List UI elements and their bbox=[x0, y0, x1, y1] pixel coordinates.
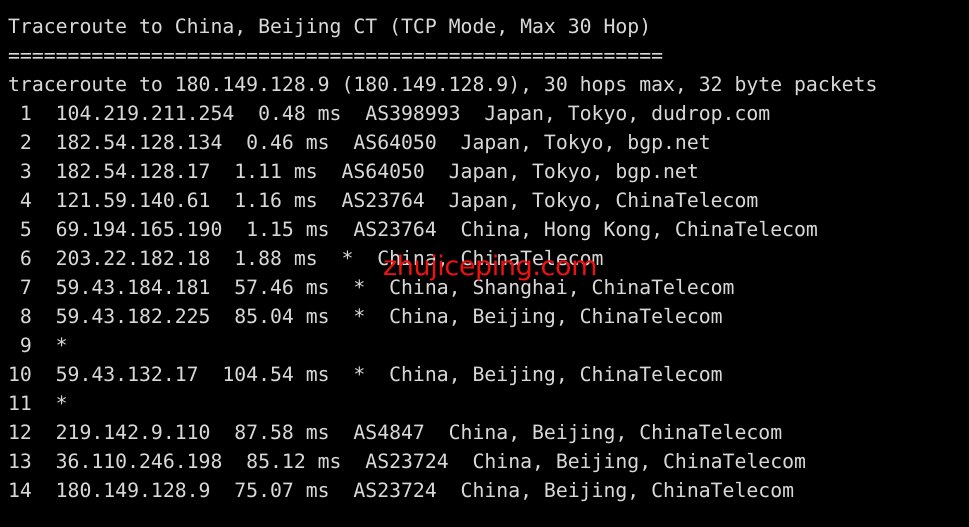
hop-row: 9 * bbox=[8, 334, 68, 357]
hop-row: 5 69.194.165.190 1.15 ms AS23764 China, … bbox=[8, 218, 818, 241]
hop-row: 14 180.149.128.9 75.07 ms AS23724 China,… bbox=[8, 479, 795, 502]
hop-row: 8 59.43.182.225 85.04 ms * China, Beijin… bbox=[8, 305, 723, 328]
hop-row: 3 182.54.128.17 1.11 ms AS64050 Japan, T… bbox=[8, 160, 699, 183]
hop-row: 13 36.110.246.198 85.12 ms AS23724 China… bbox=[8, 450, 806, 473]
hop-row: 10 59.43.132.17 104.54 ms * China, Beiji… bbox=[8, 363, 723, 386]
hop-row: 2 182.54.128.134 0.46 ms AS64050 Japan, … bbox=[8, 131, 711, 154]
hop-row: 4 121.59.140.61 1.16 ms AS23764 Japan, T… bbox=[8, 189, 759, 212]
hop-row: 6 203.22.182.18 1.88 ms * China, ChinaTe… bbox=[8, 247, 604, 270]
hop-row: 12 219.142.9.110 87.58 ms AS4847 China, … bbox=[8, 421, 783, 444]
traceroute-command-line: traceroute to 180.149.128.9 (180.149.128… bbox=[8, 73, 878, 96]
traceroute-title-line: Traceroute to China, Beijing CT (TCP Mod… bbox=[8, 15, 652, 38]
terminal-window[interactable]: Traceroute to China, Beijing CT (TCP Mod… bbox=[0, 0, 969, 527]
hop-row: 11 * bbox=[8, 392, 68, 415]
separator-line: ========================================… bbox=[8, 44, 664, 67]
hop-row: 1 104.219.211.254 0.48 ms AS398993 Japan… bbox=[8, 102, 771, 125]
hop-row: 7 59.43.184.181 57.46 ms * China, Shangh… bbox=[8, 276, 735, 299]
